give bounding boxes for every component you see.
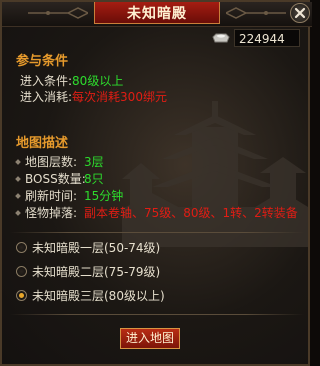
currency-amount: 224944 (234, 29, 300, 47)
radio-button-selected[interactable] (16, 290, 27, 301)
bullet-icon (15, 209, 21, 216)
boss-count-value: 8只 (84, 172, 104, 186)
floors-value: 3层 (84, 155, 104, 169)
title-ornament-left (28, 7, 88, 19)
entry-cost-label: 进入消耗: (20, 90, 73, 104)
entry-cost-value: 每次消耗300绑元 (72, 90, 167, 104)
entry-cost-row: 进入消耗:每次消耗300绑元 (20, 88, 167, 105)
entry-condition-row: 进入条件:80级以上 (20, 72, 123, 89)
section-divider (10, 314, 304, 315)
currency-display: 224944 (212, 28, 300, 48)
radio-button[interactable] (16, 242, 27, 253)
window-title: 未知暗殿 (94, 2, 220, 24)
boss-count-label: BOSS数量: (25, 172, 86, 186)
dungeon-panel: 未知暗殿 224944 参与条件 进入条件:80级以上 进入消耗:每次消耗300… (0, 0, 312, 366)
floor-option-1[interactable]: 未知暗殿一层(50-74级) (16, 239, 160, 256)
close-button[interactable] (290, 3, 310, 23)
entry-condition-label: 进入条件: (20, 74, 73, 88)
floor-option-2-label: 未知暗殿二层(75-79级) (32, 265, 161, 279)
floor-option-2[interactable]: 未知暗殿二层(75-79级) (16, 263, 160, 280)
requirements-heading: 参与条件 (16, 54, 69, 69)
drops-row: 怪物掉落: 副本卷轴、75级、80级、1转、2转装备 (15, 204, 298, 221)
section-divider (10, 232, 304, 233)
enter-map-button[interactable]: 进入地图 (120, 328, 180, 349)
floor-option-1-label: 未知暗殿一层(50-74级) (32, 241, 161, 255)
silver-ingot-icon (212, 33, 230, 43)
bullet-icon (15, 158, 21, 165)
floors-row: 地图层数: 3层 (15, 153, 104, 170)
map-info-heading: 地图描述 (16, 136, 69, 151)
pagoda-background-illustration (122, 101, 308, 247)
title-ornament-right (226, 7, 286, 19)
refresh-value: 15分钟 (84, 189, 124, 203)
drops-value: 副本卷轴、75级、80级、1转、2转装备 (84, 206, 298, 220)
close-icon (294, 7, 306, 19)
bullet-icon (15, 192, 21, 199)
drops-label: 怪物掉落: (25, 206, 78, 220)
radio-button[interactable] (16, 266, 27, 277)
refresh-row: 刷新时间: 15分钟 (15, 187, 123, 204)
title-bar: 未知暗殿 (2, 2, 312, 27)
refresh-label: 刷新时间: (25, 189, 78, 203)
bullet-icon (15, 175, 21, 182)
floor-option-3-label: 未知暗殿三层(80级以上) (32, 289, 165, 303)
entry-condition-value: 80级以上 (72, 74, 124, 88)
floor-option-3[interactable]: 未知暗殿三层(80级以上) (16, 287, 165, 304)
floors-label: 地图层数: (25, 155, 78, 169)
boss-count-row: BOSS数量: 8只 (15, 170, 104, 187)
